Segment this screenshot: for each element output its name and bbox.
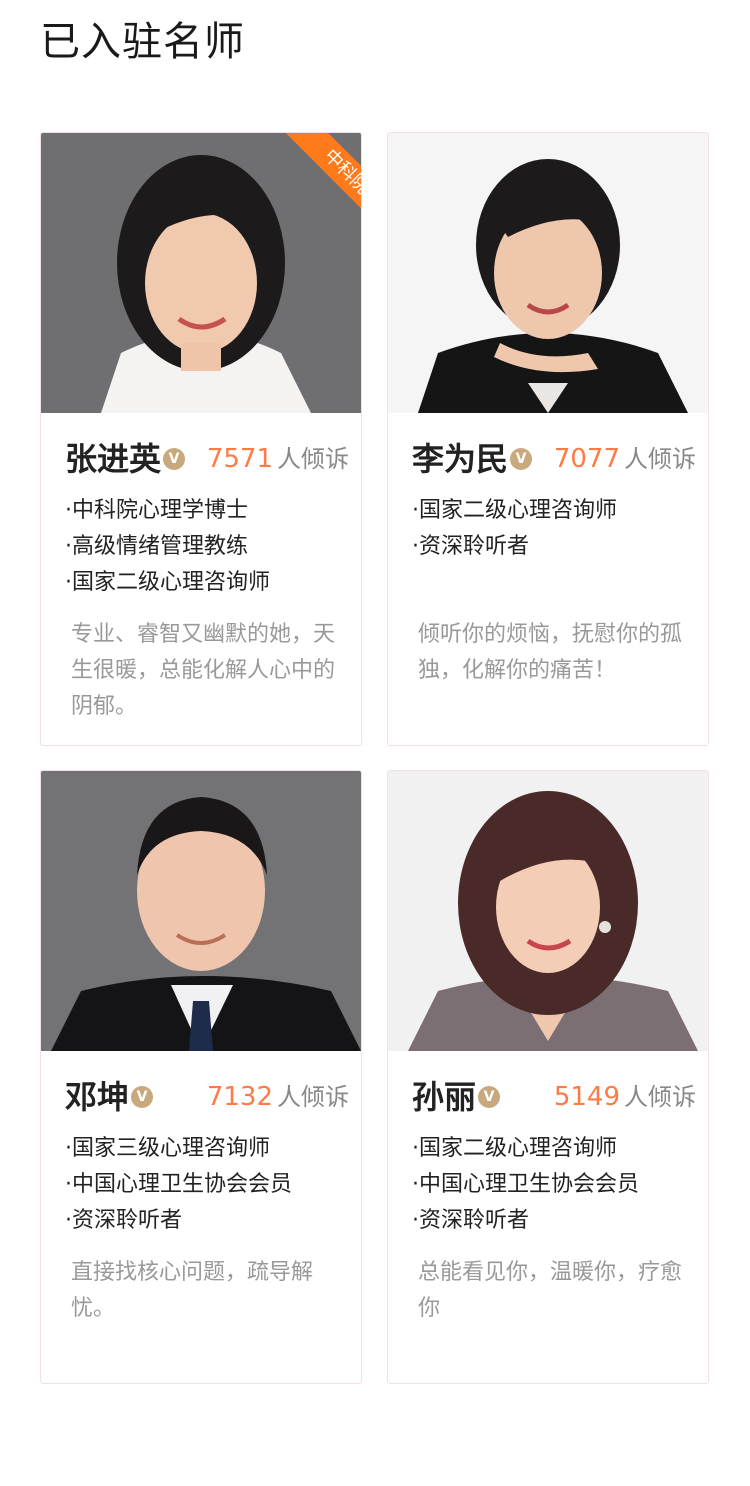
- confide-count-label: 人倾诉: [277, 1083, 349, 1111]
- confide-count-number: 7132: [206, 1082, 273, 1112]
- page-title: 已入驻名师: [40, 19, 245, 65]
- teacher-name: 邓坤: [65, 1078, 130, 1116]
- institution-ribbon: 中科院: [261, 133, 361, 233]
- confide-count-label: 人倾诉: [624, 1083, 696, 1111]
- teacher-photo: [388, 133, 708, 413]
- teacher-card-zhang[interactable]: 中科院 张进英 V 7571 人倾诉 ·中科院心理学博士 ·高级情绪管理教练 ·国…: [40, 132, 362, 746]
- teacher-name: 孙丽: [412, 1078, 477, 1116]
- teacher-card-deng[interactable]: 邓坤 V 7132 人倾诉 ·国家三级心理咨询师 ·中国心理卫生协会会员 ·资深聆…: [40, 770, 362, 1384]
- qualification-item: ·中科院心理学博士: [65, 498, 248, 523]
- confide-count-number: 5149: [553, 1082, 620, 1112]
- teacher-name: 李为民: [412, 440, 509, 478]
- teacher-description: 专业、睿智又幽默的她，天生很暖，总能化解人心中的阴郁。: [71, 622, 336, 719]
- confide-count: 7132 人倾诉: [207, 1081, 349, 1113]
- qualification-item: ·国家三级心理咨询师: [65, 1136, 270, 1161]
- name-row: 邓坤 V 7132 人倾诉: [65, 1077, 349, 1117]
- qualifications-list: ·国家二级心理咨询师 ·资深聆听者: [412, 493, 702, 565]
- qualifications-list: ·中科院心理学博士 ·高级情绪管理教练 ·国家二级心理咨询师: [65, 493, 355, 601]
- verified-badge-icon: V: [163, 448, 185, 470]
- qualification-item: ·中国心理卫生协会会员: [65, 1172, 292, 1197]
- teacher-description: 倾听你的烦恼，抚慰你的孤独，化解你的痛苦！: [418, 622, 683, 683]
- ribbon-label: 中科院: [282, 133, 361, 233]
- confide-count-label: 人倾诉: [277, 445, 349, 473]
- name-row: 李为民 V 7077 人倾诉: [412, 439, 696, 479]
- teacher-photo: [41, 771, 361, 1051]
- qualification-item: ·国家二级心理咨询师: [65, 570, 270, 595]
- teacher-photo: [388, 771, 708, 1051]
- teacher-card-sun[interactable]: 孙丽 V 5149 人倾诉 ·国家二级心理咨询师 ·中国心理卫生协会会员 ·资深聆…: [387, 770, 709, 1384]
- confide-count: 5149 人倾诉: [554, 1081, 696, 1113]
- qualification-item: ·国家二级心理咨询师: [412, 498, 617, 523]
- teacher-description: 总能看见你，温暖你，疗愈你: [418, 1260, 683, 1321]
- portrait-image: [388, 133, 708, 413]
- portrait-image: [388, 771, 708, 1051]
- verified-badge-icon: V: [510, 448, 532, 470]
- teacher-description: 直接找核心问题，疏导解忧。: [71, 1260, 314, 1321]
- teacher-card-li[interactable]: 李为民 V 7077 人倾诉 ·国家二级心理咨询师 ·资深聆听者 倾听你的烦恼，抚…: [387, 132, 709, 746]
- name-row: 张进英 V 7571 人倾诉: [65, 439, 349, 479]
- qualifications-list: ·国家二级心理咨询师 ·中国心理卫生协会会员 ·资深聆听者: [412, 1131, 702, 1239]
- qualification-item: ·中国心理卫生协会会员: [412, 1172, 639, 1197]
- confide-count-number: 7077: [553, 444, 620, 474]
- qualification-item: ·资深聆听者: [412, 534, 529, 559]
- qualification-item: ·资深聆听者: [412, 1208, 529, 1233]
- qualifications-list: ·国家三级心理咨询师 ·中国心理卫生协会会员 ·资深聆听者: [65, 1131, 355, 1239]
- teacher-name: 张进英: [65, 440, 162, 478]
- confide-count: 7571 人倾诉: [207, 443, 349, 475]
- teacher-photo: 中科院: [41, 133, 361, 413]
- confide-count-number: 7571: [206, 444, 273, 474]
- qualification-item: ·国家二级心理咨询师: [412, 1136, 617, 1161]
- confide-count: 7077 人倾诉: [554, 443, 696, 475]
- verified-badge-icon: V: [131, 1086, 153, 1108]
- verified-badge-icon: V: [478, 1086, 500, 1108]
- portrait-image: [41, 771, 361, 1051]
- name-row: 孙丽 V 5149 人倾诉: [412, 1077, 696, 1117]
- confide-count-label: 人倾诉: [624, 445, 696, 473]
- qualification-item: ·高级情绪管理教练: [65, 534, 248, 559]
- qualification-item: ·资深聆听者: [65, 1208, 182, 1233]
